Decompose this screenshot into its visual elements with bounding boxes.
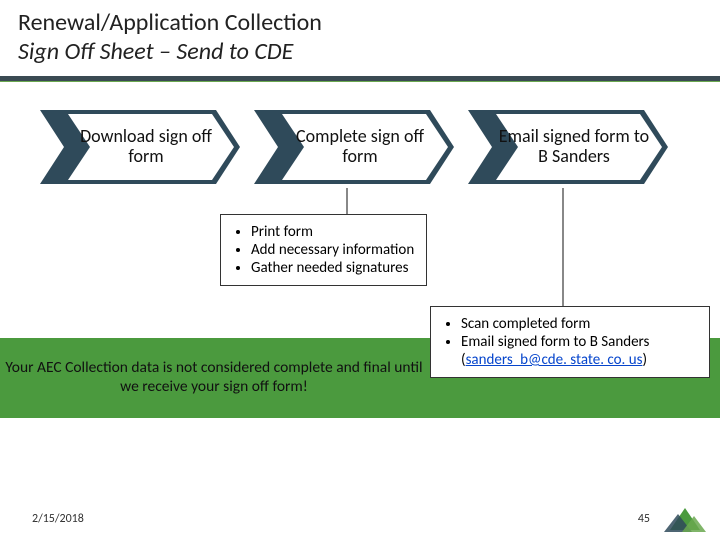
step-download: Download sign off form	[40, 110, 240, 184]
page-title-line1: Renewal/Application Collection	[18, 8, 702, 37]
page-title-line2: Sign Off Sheet – Send to CDE	[18, 37, 702, 66]
step-label: Download sign off form	[40, 110, 240, 184]
step-complete: Complete sign off form	[254, 110, 454, 184]
callout-email-details: Scan completed form Email signed form to…	[430, 306, 710, 378]
connector-line	[346, 188, 348, 214]
step-email: Email signed form to B Sanders	[468, 110, 668, 184]
title-underline	[0, 76, 720, 82]
process-chevrons: Download sign off form Complete sign off…	[40, 110, 720, 184]
footer: 2/15/2018 45	[0, 504, 720, 534]
footer-page-number: 45	[638, 512, 650, 526]
disclaimer-text: Your AEC Collection data is not consider…	[4, 358, 424, 396]
callout-item: Scan completed form	[461, 315, 697, 333]
callout-item: Email signed form to B Sanders (sanders_…	[461, 333, 697, 369]
step-label: Complete sign off form	[254, 110, 454, 184]
footer-date: 2/15/2018	[32, 512, 84, 526]
callout-complete-details: Print form Add necessary information Gat…	[220, 214, 427, 286]
callout-text: )	[642, 351, 647, 369]
step-label: Email signed form to B Sanders	[468, 110, 668, 184]
email-link[interactable]: sanders_b@cde. state. co. us	[466, 351, 643, 369]
colorado-logo-icon	[664, 504, 706, 534]
callout-item: Gather needed signatures	[251, 259, 414, 277]
callout-item: Print form	[251, 223, 414, 241]
callout-item: Add necessary information	[251, 241, 414, 259]
